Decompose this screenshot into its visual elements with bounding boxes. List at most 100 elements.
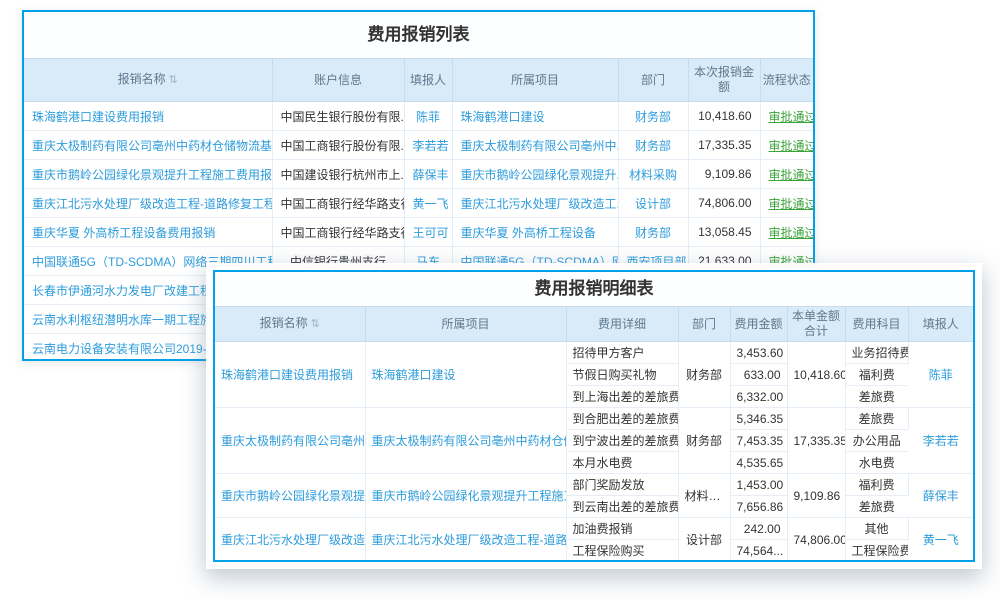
- project-link[interactable]: 重庆江北污水处理厂级改造工程-道路修复工程: [365, 518, 566, 562]
- filler-link[interactable]: 陈菲: [404, 102, 452, 131]
- status-link[interactable]: 审批通过: [760, 102, 813, 131]
- list-header-account: 账户信息: [272, 59, 404, 102]
- detail-cell: 到合肥出差的差旅费: [566, 408, 678, 430]
- subject-cell: 福利费: [845, 474, 908, 496]
- subject-cell: 办公用品: [845, 430, 908, 452]
- detail-header-dept: 部门: [678, 307, 730, 342]
- expense-name-link[interactable]: 重庆太极制药有限公司亳州中药材仓储物流基地项目费用报销: [215, 408, 365, 474]
- dept-cell[interactable]: 设计部: [618, 189, 688, 218]
- expense-detail-panel: 费用报销明细表 报销名称⇅ 所属项目 费用详细 部门 费用金额 本单金额合计 费…: [213, 270, 975, 562]
- total-cell: 10,418.60: [787, 342, 845, 408]
- account-cell: 中国工商银行股份有限...: [272, 131, 404, 160]
- expense-name-link[interactable]: 重庆太极制药有限公司亳州中药材仓储物流基地项...: [24, 131, 272, 160]
- sort-icon[interactable]: ⇅: [311, 318, 320, 330]
- detail-header-detail: 费用详细: [566, 307, 678, 342]
- filler-link[interactable]: 李若若: [908, 408, 973, 474]
- project-link[interactable]: 珠海鹤港口建设: [452, 102, 618, 131]
- expense-name-link[interactable]: 珠海鹤港口建设费用报销: [215, 342, 365, 408]
- amount-cell: 17,335.35: [688, 131, 760, 160]
- amount-cell: 74,564...: [730, 540, 787, 562]
- amount-cell: 1,453.00: [730, 474, 787, 496]
- expense-name-link[interactable]: 重庆市鹅岭公园绿化景观提升工程施工费用报销: [24, 160, 272, 189]
- subject-cell: 差旅费: [845, 386, 908, 408]
- project-link[interactable]: 重庆太极制药有限公司亳州中...: [452, 131, 618, 160]
- expense-name-link[interactable]: 重庆江北污水处理厂级改造工程-道路修复工程费用报销: [215, 518, 365, 562]
- table-row: 重庆江北污水处理厂级改造工程-道路修复工程费用... 中国工商银行经华路支行 黄…: [24, 189, 813, 218]
- filler-link[interactable]: 黄一飞: [404, 189, 452, 218]
- dept-cell[interactable]: 财务部: [618, 218, 688, 247]
- list-header-row: 报销名称⇅ 账户信息 填报人 所属项目 部门 本次报销金额 流程状态: [24, 59, 813, 102]
- table-row: 重庆太极制药有限公司亳州中药材仓储物流基地项... 中国工商银行股份有限... …: [24, 131, 813, 160]
- amount-cell: 9,109.86: [688, 160, 760, 189]
- expense-name-link[interactable]: 珠海鹤港口建设费用报销: [24, 102, 272, 131]
- dept-cell: 财务部: [678, 342, 730, 408]
- list-header-project: 所属项目: [452, 59, 618, 102]
- table-row: 珠海鹤港口建设费用报销 中国民生银行股份有限... 陈菲 珠海鹤港口建设 财务部…: [24, 102, 813, 131]
- list-header-dept: 部门: [618, 59, 688, 102]
- status-link[interactable]: 审批通过: [760, 189, 813, 218]
- total-cell: 74,806.00: [787, 518, 845, 562]
- detail-cell: 部门奖励发放: [566, 474, 678, 496]
- filler-link[interactable]: 陈菲: [908, 342, 973, 408]
- dept-cell[interactable]: 财务部: [618, 131, 688, 160]
- amount-cell: 633.00: [730, 364, 787, 386]
- dept-cell: 财务部: [678, 408, 730, 474]
- list-header-name[interactable]: 报销名称⇅: [24, 59, 272, 102]
- status-link[interactable]: 审批通过: [760, 218, 813, 247]
- amount-cell: 7,656.86: [730, 496, 787, 518]
- amount-cell: 10,418.60: [688, 102, 760, 131]
- expense-list-title: 费用报销列表: [24, 12, 813, 58]
- project-link[interactable]: 重庆江北污水处理厂级改造工...: [452, 189, 618, 218]
- detail-header-name[interactable]: 报销名称⇅: [215, 307, 365, 342]
- project-link[interactable]: 重庆市鹅岭公园绿化景观提升工程施工: [365, 474, 566, 518]
- table-row: 珠海鹤港口建设费用报销 珠海鹤港口建设 招待甲方客户 财务部 3,453.60 …: [215, 342, 973, 364]
- list-header-amount: 本次报销金额: [688, 59, 760, 102]
- amount-cell: 7,453.35: [730, 430, 787, 452]
- dept-cell[interactable]: 材料采购: [618, 160, 688, 189]
- detail-header-row: 报销名称⇅ 所属项目 费用详细 部门 费用金额 本单金额合计 费用科目 填报人: [215, 307, 973, 342]
- detail-cell: 到云南出差的差旅费: [566, 496, 678, 518]
- account-cell: 中国工商银行经华路支行: [272, 189, 404, 218]
- subject-cell: 业务招待费: [845, 342, 908, 364]
- account-cell: 中国工商银行经华路支行: [272, 218, 404, 247]
- table-row: 重庆华夏 外高桥工程设备费用报销 中国工商银行经华路支行 王可可 重庆华夏 外高…: [24, 218, 813, 247]
- table-row: 重庆江北污水处理厂级改造工程-道路修复工程费用报销 重庆江北污水处理厂级改造工程…: [215, 518, 973, 540]
- account-cell: 中国民生银行股份有限...: [272, 102, 404, 131]
- expense-name-link[interactable]: 重庆江北污水处理厂级改造工程-道路修复工程费用...: [24, 189, 272, 218]
- filler-link[interactable]: 黄一飞: [908, 518, 973, 562]
- subject-cell: 差旅费: [845, 496, 908, 518]
- amount-cell: 242.00: [730, 518, 787, 540]
- detail-header-project: 所属项目: [365, 307, 566, 342]
- project-link[interactable]: 重庆华夏 外高桥工程设备: [452, 218, 618, 247]
- detail-cell: 本月水电费: [566, 452, 678, 474]
- filler-link[interactable]: 王可可: [404, 218, 452, 247]
- filler-link[interactable]: 薛保丰: [404, 160, 452, 189]
- detail-cell: 到上海出差的差旅费: [566, 386, 678, 408]
- status-link[interactable]: 审批通过: [760, 160, 813, 189]
- dept-cell: 材料采购: [678, 474, 730, 518]
- dept-cell: 设计部: [678, 518, 730, 562]
- amount-cell: 13,058.45: [688, 218, 760, 247]
- expense-detail-table: 报销名称⇅ 所属项目 费用详细 部门 费用金额 本单金额合计 费用科目 填报人 …: [215, 306, 973, 562]
- expense-name-link[interactable]: 重庆华夏 外高桥工程设备费用报销: [24, 218, 272, 247]
- detail-header-amount: 费用金额: [730, 307, 787, 342]
- detail-cell: 招待甲方客户: [566, 342, 678, 364]
- project-link[interactable]: 珠海鹤港口建设: [365, 342, 566, 408]
- project-link[interactable]: 重庆太极制药有限公司亳州中药材仓储物流基地项目: [365, 408, 566, 474]
- filler-link[interactable]: 李若若: [404, 131, 452, 160]
- detail-header-total: 本单金额合计: [787, 307, 845, 342]
- filler-link[interactable]: 薛保丰: [908, 474, 973, 518]
- project-link[interactable]: 重庆市鹅岭公园绿化景观提升...: [452, 160, 618, 189]
- expense-name-link[interactable]: 重庆市鹅岭公园绿化景观提升工程施工费用报销: [215, 474, 365, 518]
- subject-cell: 福利费: [845, 364, 908, 386]
- amount-cell: 6,332.00: [730, 386, 787, 408]
- account-cell: 中国建设银行杭州市上...: [272, 160, 404, 189]
- status-link[interactable]: 审批通过: [760, 131, 813, 160]
- amount-cell: 4,535.65: [730, 452, 787, 474]
- detail-header-subject: 费用科目: [845, 307, 908, 342]
- detail-cell: 节假日购买礼物: [566, 364, 678, 386]
- subject-cell: 水电费: [845, 452, 908, 474]
- sort-icon[interactable]: ⇅: [169, 74, 178, 86]
- dept-cell[interactable]: 财务部: [618, 102, 688, 131]
- amount-cell: 5,346.35: [730, 408, 787, 430]
